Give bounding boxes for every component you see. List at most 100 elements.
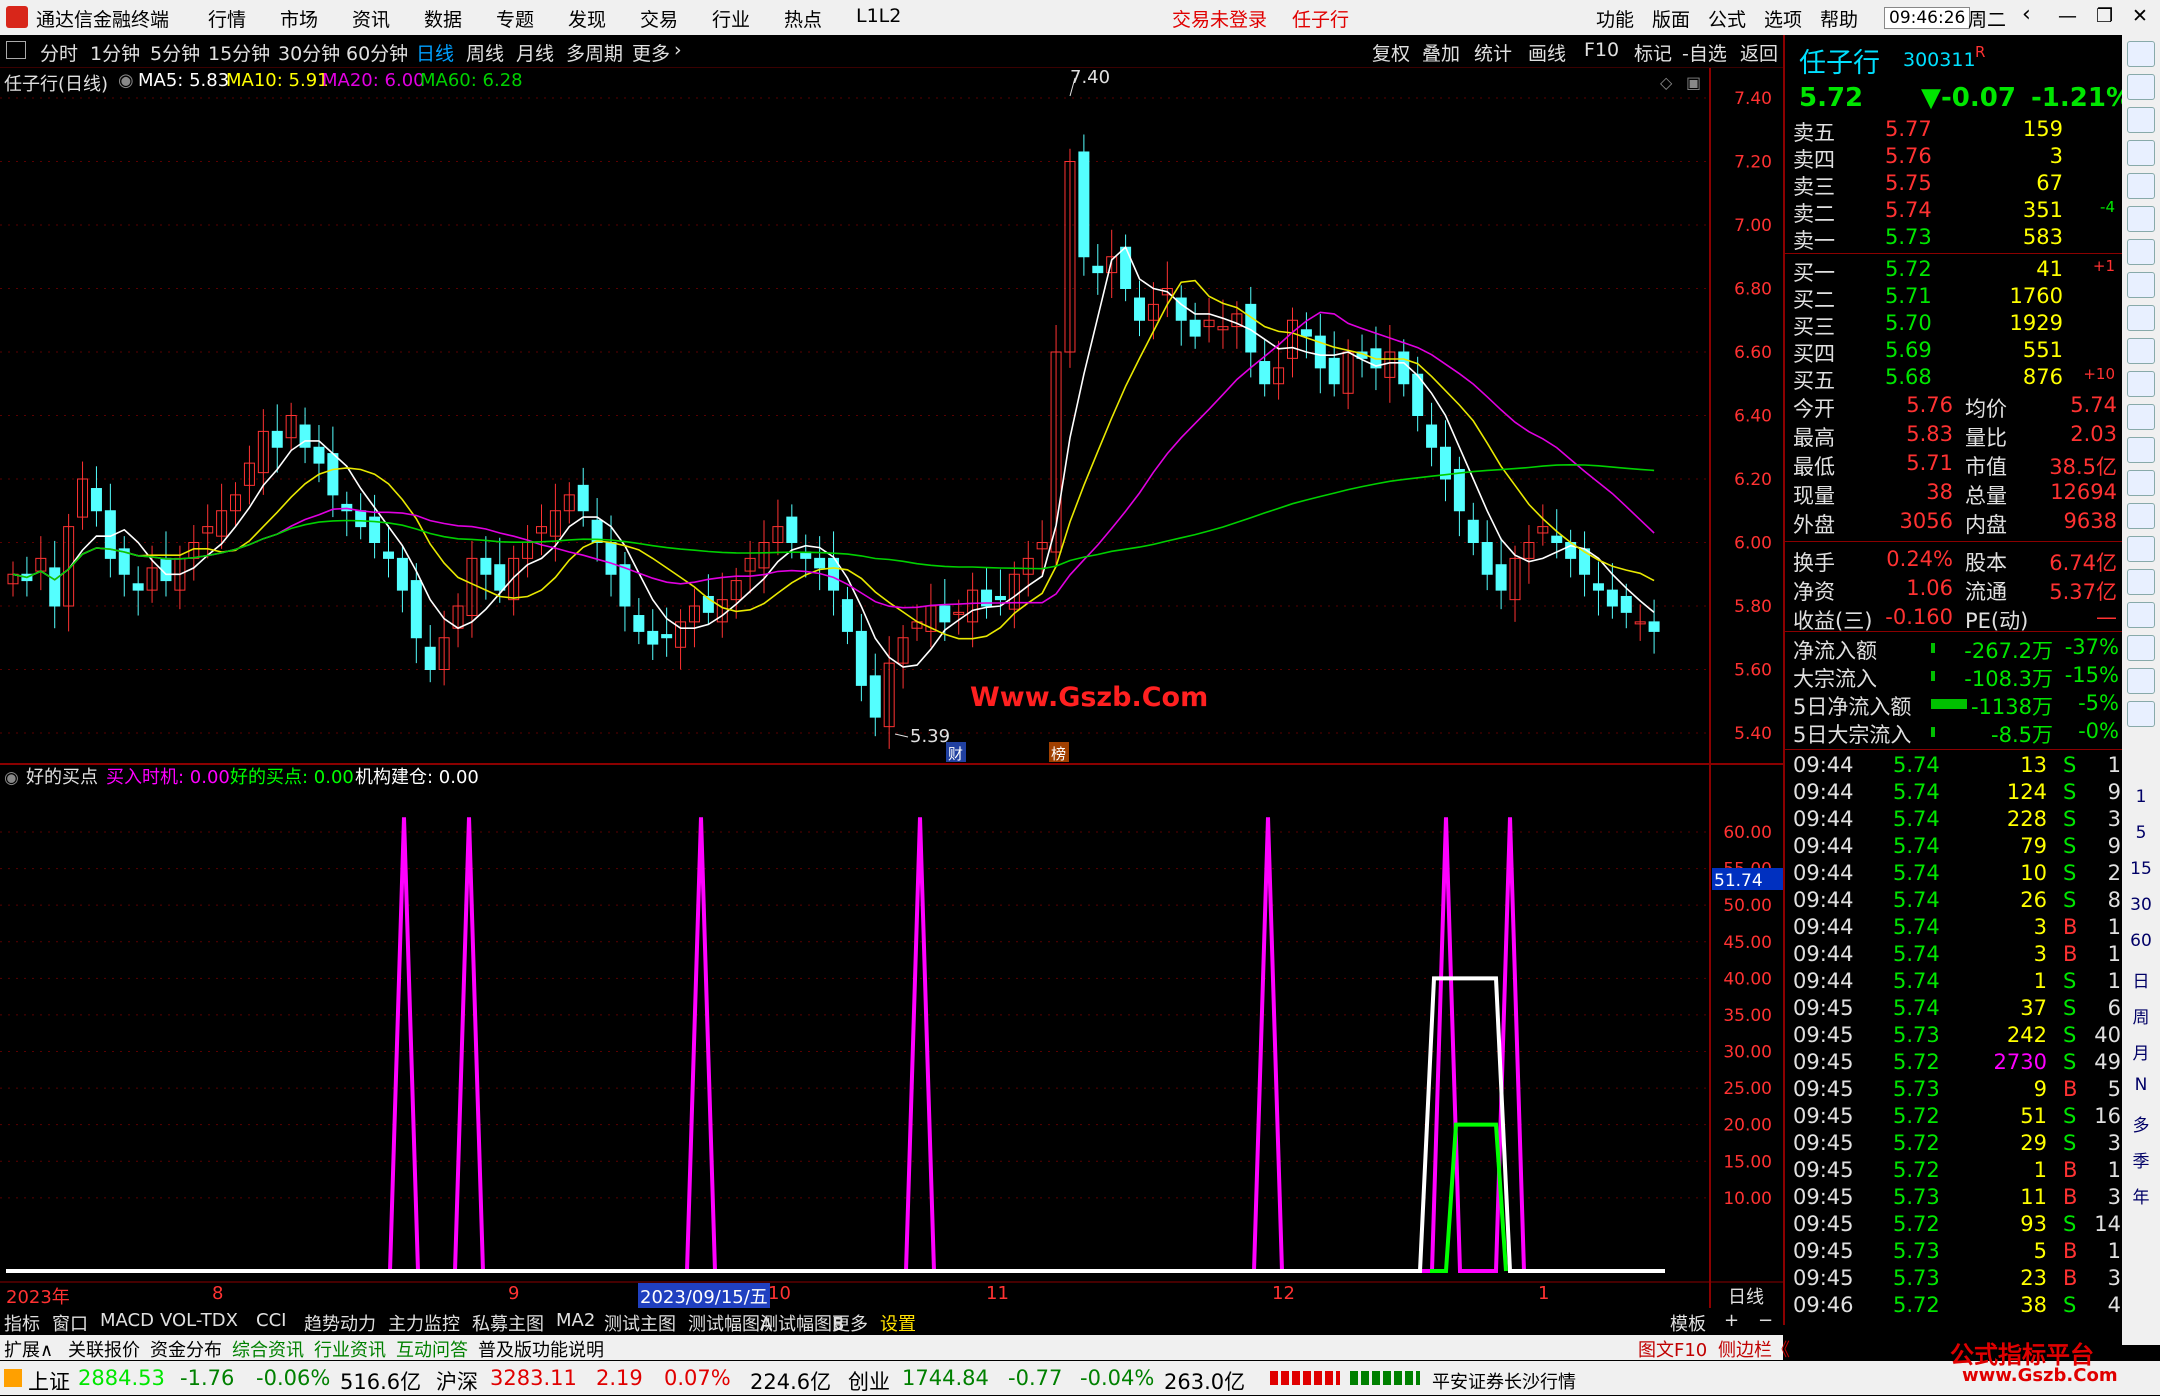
menu-item-jiaoyi[interactable]: 交易: [640, 5, 678, 32]
chart-line-icon[interactable]: [2127, 206, 2155, 232]
move-icon[interactable]: [2127, 602, 2155, 628]
tool-biaoji[interactable]: 标记: [1634, 39, 1672, 66]
minimize-icon[interactable]: —: [2058, 5, 2077, 27]
f10-button[interactable]: 图文F10: [1638, 1336, 1707, 1362]
extension-tab-6[interactable]: 普及版功能说明: [478, 1336, 604, 1362]
sidebar-period-7[interactable]: 月: [2122, 1039, 2160, 1064]
sidebar-period-11[interactable]: 年: [2122, 1183, 2160, 1208]
f5-icon[interactable]: [2127, 668, 2155, 694]
extension-tab-5[interactable]: 互动问答: [396, 1336, 468, 1362]
panel-toggle-icon[interactable]: [6, 41, 26, 59]
indicator-tab-4[interactable]: CCI: [256, 1310, 286, 1331]
status-menu-icon[interactable]: [4, 1369, 22, 1387]
sidebar-period-9[interactable]: 多: [2122, 1111, 2160, 1136]
menu-item-xuanxiang[interactable]: 选项: [1764, 5, 1802, 32]
login-status[interactable]: 交易未登录: [1172, 5, 1267, 32]
arrow-up-icon[interactable]: [2127, 41, 2155, 67]
close-icon[interactable]: ✕: [2132, 5, 2148, 27]
indicator-tab-9[interactable]: 测试主图: [604, 1310, 676, 1336]
tool-diejia[interactable]: 叠加: [1422, 39, 1460, 66]
idx2-name[interactable]: 沪深: [436, 1366, 478, 1396]
menu-item-redian[interactable]: 热点: [784, 5, 822, 32]
back-icon[interactable]: ‹: [2022, 2, 2031, 27]
menu-item-shichang[interactable]: 市场: [280, 5, 318, 32]
period-weekly[interactable]: 周线: [466, 39, 504, 66]
menu-item-zhuanti[interactable]: 专题: [496, 5, 534, 32]
sidebar-toggle-button[interactable]: 侧边栏《: [1718, 1336, 1790, 1362]
indicator-tab-3[interactable]: VOL-TDX: [160, 1310, 238, 1331]
tool-huaxian[interactable]: 画线: [1528, 39, 1566, 66]
sidebar-period-1[interactable]: 5: [2122, 823, 2160, 843]
list-icon[interactable]: [2127, 272, 2155, 298]
diamond-icon[interactable]: ◇: [1660, 73, 1673, 92]
extension-tab-2[interactable]: 资金分布: [150, 1336, 222, 1362]
rsi-icon[interactable]: [2127, 536, 2155, 562]
idx1-name[interactable]: 上证: [28, 1366, 70, 1396]
menu-item-l1l2[interactable]: L1L2: [856, 5, 901, 27]
wave-icon[interactable]: [2127, 503, 2155, 529]
period-multi[interactable]: 多周期: [566, 39, 623, 66]
window-icon[interactable]: ▣: [1686, 73, 1701, 92]
fs-icon[interactable]: [2127, 701, 2155, 727]
sidebar-period-10[interactable]: 季: [2122, 1147, 2160, 1172]
f2-icon[interactable]: [2127, 404, 2155, 430]
template-button[interactable]: 模板: [1670, 1310, 1706, 1336]
extension-tab-3[interactable]: 综合资讯: [232, 1336, 304, 1362]
shield-icon[interactable]: [2127, 569, 2155, 595]
sidebar-period-0[interactable]: 1: [2122, 787, 2160, 807]
menu-item-gongneng[interactable]: 功能: [1596, 5, 1634, 32]
clock-icon[interactable]: [2127, 437, 2155, 463]
menu-item-zixun[interactable]: 资讯: [352, 5, 390, 32]
tool-fuquan[interactable]: 复权: [1372, 39, 1410, 66]
menu-item-bangzhu[interactable]: 帮助: [1820, 5, 1858, 32]
table-icon[interactable]: [2127, 173, 2155, 199]
period-fenshi[interactable]: 分时: [40, 39, 78, 66]
tool-zixuan[interactable]: -自选: [1682, 39, 1727, 66]
menu-item-hangqing[interactable]: 行情: [208, 5, 246, 32]
extension-tab-1[interactable]: 关联报价: [68, 1336, 140, 1362]
sidebar-period-6[interactable]: 周: [2122, 1003, 2160, 1028]
extension-tab-4[interactable]: 行业资讯: [314, 1336, 386, 1362]
period-monthly[interactable]: 月线: [516, 39, 554, 66]
add-button[interactable]: +: [1724, 1310, 1739, 1331]
period-5min[interactable]: 5分钟: [150, 39, 200, 66]
period-daily[interactable]: 日线: [416, 39, 454, 66]
arrow-down-icon[interactable]: [2127, 107, 2155, 133]
sidebar-period-8[interactable]: N: [2122, 1075, 2160, 1095]
indicator-tab-13[interactable]: 设置: [880, 1310, 916, 1336]
sidebar-period-5[interactable]: 日: [2122, 967, 2160, 992]
indicator-tab-6[interactable]: 主力监控: [388, 1310, 460, 1336]
period-1min[interactable]: 1分钟: [90, 39, 140, 66]
extension-tab-0[interactable]: 扩展∧: [4, 1336, 53, 1362]
indicator-tab-0[interactable]: 指标: [4, 1310, 40, 1336]
calendar-icon[interactable]: [2127, 338, 2155, 364]
menu-item-shuju[interactable]: 数据: [424, 5, 462, 32]
menu-item-hangye[interactable]: 行业: [712, 5, 750, 32]
menu-item-gongshi[interactable]: 公式: [1708, 5, 1746, 32]
bar-chart-icon[interactable]: [2127, 239, 2155, 265]
menu-item-faxian[interactable]: 发现: [568, 5, 606, 32]
arrow-up2-icon[interactable]: [2127, 74, 2155, 100]
f10-icon[interactable]: [2127, 305, 2155, 331]
indicator-tab-7[interactable]: 私募主图: [472, 1310, 544, 1336]
idx3-name[interactable]: 创业: [848, 1366, 890, 1396]
indicator-tab-12[interactable]: 更多: [832, 1310, 868, 1336]
period-60min[interactable]: 60分钟: [346, 39, 408, 66]
rank-badge[interactable]: 榜: [1051, 745, 1066, 763]
tool-tongji[interactable]: 统计: [1474, 39, 1512, 66]
link-icon[interactable]: [2127, 470, 2155, 496]
period-15min[interactable]: 15分钟: [208, 39, 270, 66]
indicator-tab-2[interactable]: MACD: [100, 1310, 154, 1331]
restore-icon[interactable]: ❐: [2096, 5, 2113, 27]
info-icon[interactable]: [2127, 371, 2155, 397]
sidebar-period-3[interactable]: 30: [2122, 895, 2160, 915]
sidebar-period-2[interactable]: 15: [2122, 859, 2160, 879]
indicator-tab-5[interactable]: 趋势动力: [304, 1310, 376, 1336]
period-30min[interactable]: 30分钟: [278, 39, 340, 66]
tool-f10[interactable]: F10: [1584, 39, 1619, 61]
remove-button[interactable]: −: [1758, 1310, 1773, 1331]
chevron-right-icon[interactable]: ›: [674, 39, 682, 61]
indicator-tab-8[interactable]: MA2: [556, 1310, 595, 1331]
chart-area[interactable]: 7.40 7.20 7.00 6.80 6.60 6.40 6.20 6.00 5.80 5.60…: [0, 68, 1783, 1308]
tool-fanhui[interactable]: 返回: [1740, 39, 1778, 66]
